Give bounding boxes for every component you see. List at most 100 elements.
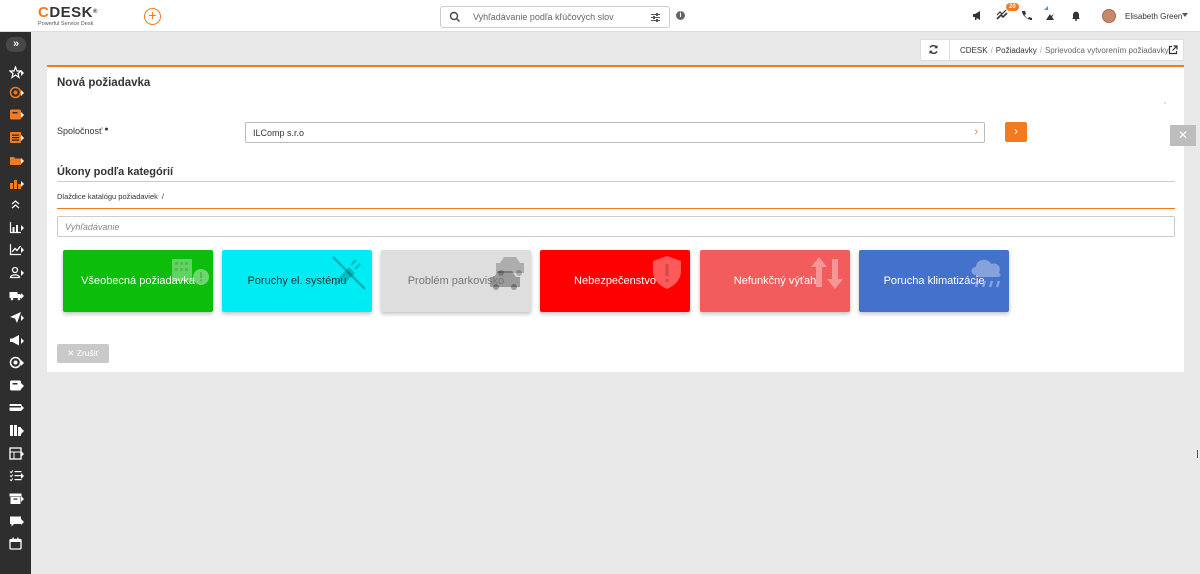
megaphone-icon[interactable] bbox=[972, 10, 983, 21]
logo-subtitle: Powerful Service Desk bbox=[38, 21, 94, 27]
top-bar: CDESK® Powerful Service Desk + Vyhľadáva… bbox=[0, 0, 1200, 32]
sidebar-item-card[interactable] bbox=[0, 398, 31, 418]
breadcrumb: CDESK / Požiadavky / Sprievodca vytvorením p… bbox=[920, 39, 1184, 61]
logo-c: C bbox=[38, 4, 50, 21]
sidebar-item-chevron-up[interactable] bbox=[0, 195, 31, 215]
caret-right-icon bbox=[21, 247, 24, 253]
search-box[interactable]: Vyhľadávanie podľa kľúčových slov bbox=[440, 6, 670, 28]
sidebar-item-bar-chart[interactable] bbox=[0, 218, 31, 238]
category-tile[interactable]: Nebezpečenstvo bbox=[540, 250, 690, 312]
avatar[interactable] bbox=[1102, 9, 1116, 23]
sidebar-item-table[interactable] bbox=[0, 444, 31, 464]
sidebar-item-truck[interactable] bbox=[0, 286, 31, 306]
caret-right-icon bbox=[21, 135, 24, 141]
breadcrumb-current: Sprievodca vytvorením požiadavky bbox=[1044, 46, 1169, 55]
caret-right-icon bbox=[21, 473, 24, 479]
chevron-down-icon[interactable] bbox=[1182, 13, 1188, 17]
sidebar-item-send[interactable] bbox=[0, 308, 31, 328]
external-link-icon[interactable] bbox=[1168, 45, 1178, 55]
sidebar-item-star[interactable] bbox=[0, 63, 31, 83]
caret-right-icon bbox=[21, 383, 24, 389]
caret-right-icon bbox=[21, 360, 24, 366]
caret-right-icon bbox=[21, 70, 24, 76]
caret-right-icon bbox=[21, 158, 24, 164]
chevron-right-icon: › bbox=[974, 126, 978, 138]
company-go-button[interactable]: › bbox=[1005, 122, 1027, 142]
sidebar: » bbox=[0, 32, 31, 574]
category-tile[interactable]: Poruchy el. systému bbox=[222, 250, 372, 312]
caret-right-icon bbox=[21, 225, 24, 231]
breadcrumb-cdesk[interactable]: CDESK bbox=[960, 46, 988, 55]
section-title: Úkony podľa kategórií bbox=[57, 166, 174, 178]
category-tile-label: Porucha klimatizácie bbox=[883, 275, 985, 287]
sidebar-item-chart-bar[interactable] bbox=[0, 174, 31, 194]
signal-icon[interactable] bbox=[1043, 6, 1057, 22]
company-label: Spoločnosť ● bbox=[57, 126, 109, 136]
tile-search-placeholder: Vyhľadávanie bbox=[65, 222, 120, 232]
divider bbox=[57, 208, 1175, 209]
sidebar-item-grid[interactable] bbox=[0, 421, 31, 441]
category-tile-label: Poruchy el. systému bbox=[247, 275, 347, 287]
sidebar-item-checklist[interactable] bbox=[0, 466, 31, 486]
caret-right-icon bbox=[21, 405, 24, 411]
request-wizard-card: Nová požiadavka Spoločnosť ● ILComp s.r.o… bbox=[47, 65, 1184, 372]
caret-right-icon bbox=[21, 315, 24, 321]
page-title: Nová požiadavka bbox=[57, 77, 151, 89]
sidebar-item-line-chart[interactable] bbox=[0, 240, 31, 260]
category-tile-label: Nebezpečenstvo bbox=[574, 275, 656, 287]
logo-text: DESK bbox=[49, 4, 94, 21]
sidebar-item-user[interactable] bbox=[0, 263, 31, 283]
sidebar-toggle[interactable]: » bbox=[6, 37, 26, 52]
caret-right-icon bbox=[21, 496, 24, 502]
info-icon[interactable]: i bbox=[676, 11, 685, 20]
bell-icon[interactable] bbox=[1071, 10, 1081, 21]
caret-right-icon bbox=[21, 428, 24, 434]
search-input[interactable]: Vyhľadávanie podľa kľúčových slov bbox=[473, 12, 614, 22]
category-tile[interactable]: Problém parkovisko bbox=[381, 250, 531, 312]
close-panel-button[interactable]: ✕ bbox=[1170, 125, 1196, 146]
category-tile-label: Problém parkovisko bbox=[407, 275, 505, 287]
company-value: ILComp s.r.o bbox=[253, 128, 305, 138]
company-select[interactable]: ILComp s.r.o › bbox=[245, 122, 985, 143]
user-name[interactable]: Elisabeth Green bbox=[1125, 12, 1182, 21]
cancel-button[interactable]: ✕ Zrušiť bbox=[57, 344, 109, 363]
caret-right-icon bbox=[21, 270, 24, 276]
filter-settings-icon[interactable] bbox=[650, 12, 661, 23]
caret-right-icon bbox=[21, 519, 24, 525]
catalog-path-root[interactable]: Dlaždice katalógu požiadaviek bbox=[57, 192, 158, 201]
sidebar-item-megaphone[interactable] bbox=[0, 331, 31, 351]
refresh-icon[interactable] bbox=[928, 44, 939, 55]
search-icon bbox=[449, 11, 461, 23]
notification-badge: 20 bbox=[1006, 3, 1019, 11]
tile-search-input[interactable]: Vyhľadávanie bbox=[57, 216, 1175, 237]
catalog-path: Dlaždice katalógu požiadaviek / bbox=[57, 192, 164, 201]
sidebar-item-list[interactable] bbox=[0, 128, 31, 148]
divider bbox=[57, 181, 1175, 182]
sidebar-item-request[interactable] bbox=[0, 105, 31, 125]
caret-right-icon bbox=[21, 451, 24, 457]
caret-right-icon bbox=[21, 112, 24, 118]
category-tile[interactable]: Nefunkčný výťah bbox=[700, 250, 850, 312]
sidebar-item-folder[interactable] bbox=[0, 151, 31, 171]
sidebar-item-request[interactable] bbox=[0, 376, 31, 396]
category-tile[interactable]: Všeobecná požiadavka bbox=[63, 250, 213, 312]
required-mark: ● bbox=[104, 126, 109, 133]
sidebar-item-archive[interactable] bbox=[0, 489, 31, 509]
caret-right-icon bbox=[21, 90, 24, 96]
sidebar-item-calendar[interactable] bbox=[0, 534, 31, 554]
caret-right-icon bbox=[21, 338, 24, 344]
sidebar-item-target[interactable] bbox=[0, 353, 31, 373]
chevron-up-icon bbox=[11, 200, 20, 209]
caret-right-icon bbox=[21, 181, 24, 187]
logo[interactable]: CDESK® Powerful Service Desk bbox=[38, 5, 98, 27]
category-tile-label: Všeobecná požiadavka bbox=[81, 275, 195, 287]
calendar-icon bbox=[9, 537, 22, 550]
sidebar-item-target[interactable] bbox=[0, 83, 31, 103]
tasks-icon[interactable] bbox=[996, 10, 1008, 21]
phone-icon[interactable] bbox=[1021, 10, 1032, 21]
add-button[interactable]: + bbox=[144, 8, 161, 25]
sidebar-item-chat[interactable] bbox=[0, 512, 31, 532]
category-tile[interactable]: Porucha klimatizácie bbox=[859, 250, 1009, 312]
category-tile-label: Nefunkčný výťah bbox=[733, 275, 817, 287]
breadcrumb-poziadavky[interactable]: Požiadavky bbox=[996, 46, 1037, 55]
